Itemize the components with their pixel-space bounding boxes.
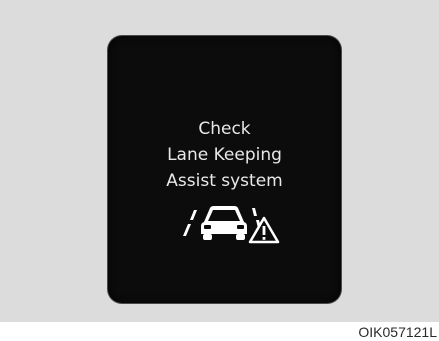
figure-background: Check Lane Keeping Assist system	[0, 0, 439, 322]
message-line-lane-keeping: Lane Keeping	[167, 145, 282, 165]
lane-keeping-assist-warning-icon	[183, 206, 280, 244]
message-line-check: Check	[198, 119, 251, 139]
figure-code: OIK057121L	[358, 324, 437, 340]
warning-triangle-icon	[248, 216, 280, 244]
car-icon	[201, 206, 247, 240]
cluster-display: Check Lane Keeping Assist system	[108, 36, 341, 303]
warning-message: Check Lane Keeping Assist system	[108, 116, 341, 194]
message-line-assist-system: Assist system	[166, 171, 283, 191]
left-lane-line-icon	[183, 210, 197, 236]
